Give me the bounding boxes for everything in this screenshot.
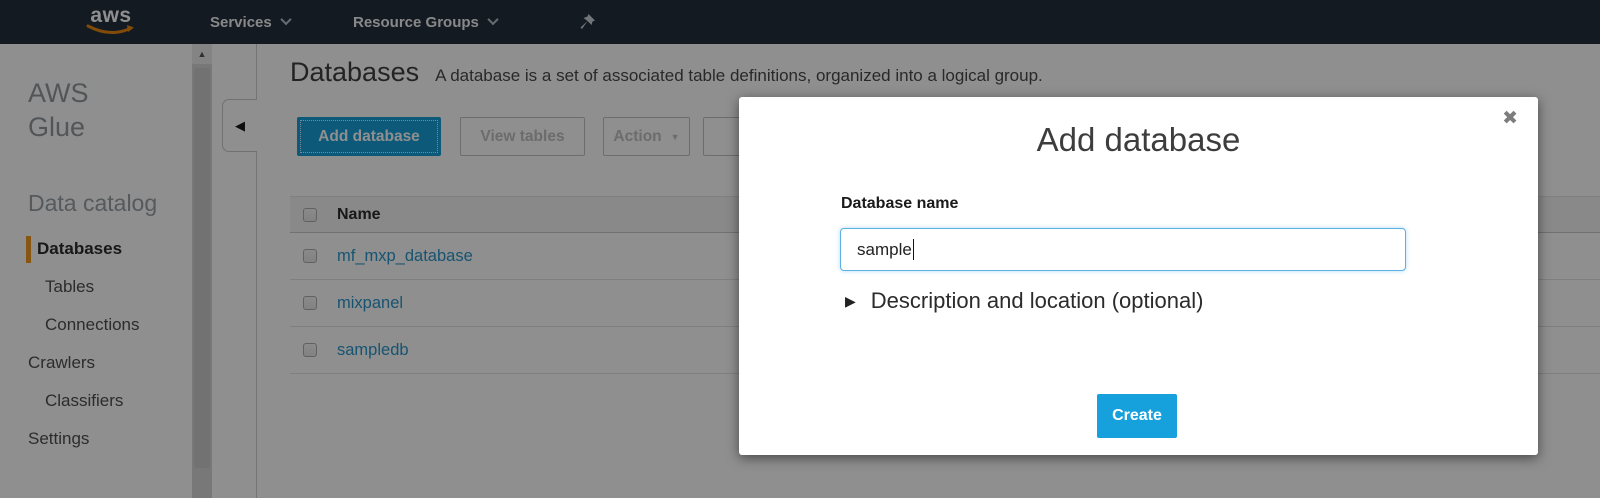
expander-arrow-icon: ▶: [845, 293, 856, 310]
add-database-modal: ✖ Add database Database name sample ▶ De…: [739, 97, 1538, 455]
create-button[interactable]: Create: [1097, 394, 1177, 438]
close-icon[interactable]: ✖: [1502, 109, 1518, 128]
expander-label: Description and location (optional): [871, 288, 1204, 314]
text-cursor: [913, 239, 915, 260]
database-name-input[interactable]: sample: [840, 228, 1406, 271]
database-name-label: Database name: [841, 195, 958, 213]
description-location-expander[interactable]: ▶ Description and location (optional): [845, 288, 1203, 314]
input-value: sample: [857, 240, 912, 260]
modal-title: Add database: [739, 121, 1538, 159]
